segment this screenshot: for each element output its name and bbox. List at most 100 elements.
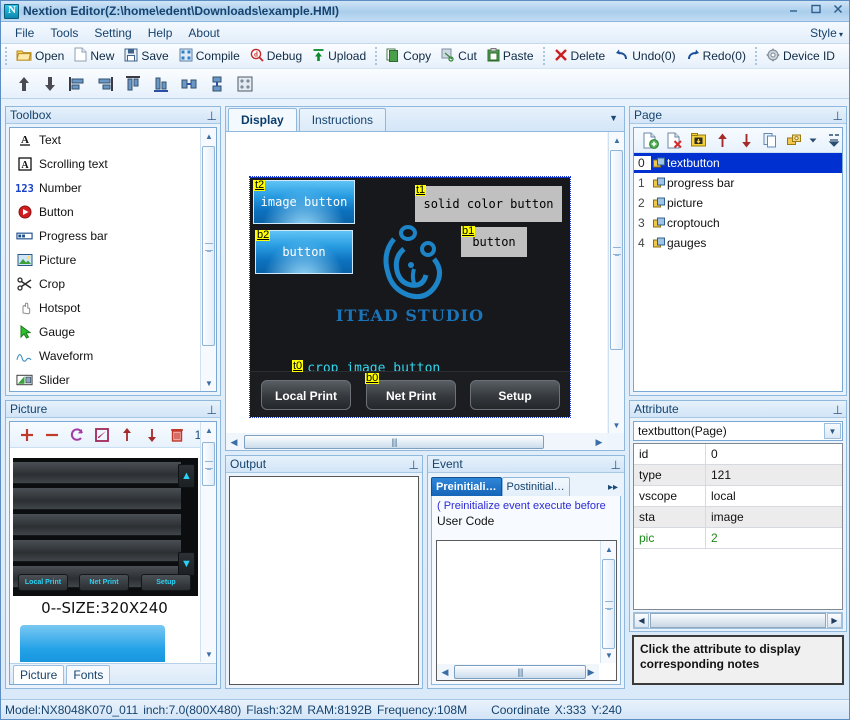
align-top-icon[interactable] [119,72,147,96]
hmi-object-b0[interactable]: Net Print b0 [365,373,456,410]
hmi-object-t1[interactable]: solid color button t1 [415,185,562,222]
new-button[interactable]: New [69,45,119,67]
menu-about[interactable]: About [180,24,227,42]
attribute-object-select[interactable]: textbutton(Page) ▼ [633,421,843,441]
scroll-left-arrow-icon[interactable]: ◀ [634,613,649,628]
picture-thumbnail-list[interactable]: ▲ ▼ Local Print Net Print Setup 0--SIZE:… [10,448,199,662]
copy-button[interactable]: Copy [381,46,436,67]
scroll-down-arrow-icon[interactable]: ▼ [608,417,624,433]
distribute-vertical-icon[interactable] [203,72,231,96]
attribute-row-sta[interactable]: sta image [634,507,842,528]
hmi-local-print-button[interactable]: Local Print [261,380,351,410]
toolbar-overflow-icon[interactable] [826,130,842,151]
style-menu-button[interactable]: Style ▾ [810,26,843,40]
tab-postinitialize[interactable]: Postinitial… [501,477,570,496]
page-list-item-progress-bar[interactable]: 1 progress bar [634,173,842,193]
event-tab-overflow-icon[interactable]: ▸▸ [605,479,621,496]
toolbox-item-gauge[interactable]: Gauge [10,320,199,344]
scrollbar-track[interactable]: |||| [453,665,586,679]
scroll-right-arrow-icon[interactable]: ▶ [591,434,607,450]
scroll-up-arrow-icon[interactable]: ▲ [201,422,216,438]
tab-picture[interactable]: Picture [13,665,65,684]
upload-button[interactable]: Upload [307,46,371,67]
scrollbar-track[interactable]: |||| [242,435,591,449]
scroll-right-arrow-icon[interactable]: ▶ [827,613,842,628]
scrollbar-thumb[interactable] [602,559,615,649]
maximize-button[interactable] [809,3,823,17]
pin-icon[interactable]: ⊥ [409,457,419,473]
page-list-item-textbutton[interactable]: 0 textbutton [634,153,842,173]
pin-icon[interactable]: ⊥ [833,402,843,418]
hmi-setup-button[interactable]: Setup [470,380,560,410]
scroll-left-arrow-icon[interactable]: ◀ [437,664,453,680]
minimize-button[interactable] [787,3,801,17]
toolbox-item-hotspot[interactable]: Hotspot [10,296,199,320]
page-list-item-picture[interactable]: 2 picture [634,193,842,213]
distribute-horizontal-icon[interactable] [175,72,203,96]
compile-button[interactable]: Compile [174,46,245,67]
hmi-page-canvas[interactable]: image button t2 button b2 solid color bu… [249,176,571,418]
tab-fonts[interactable]: Fonts [66,665,111,684]
hmi-object-b1[interactable]: button b1 [461,226,527,257]
toolbox-scrollbar[interactable]: ▲ ▼ [200,128,216,391]
trash-icon[interactable] [166,424,188,445]
menu-tools[interactable]: Tools [42,24,86,42]
attribute-row-pic[interactable]: pic 2 [634,528,842,549]
menu-help[interactable]: Help [140,24,181,42]
attribute-row-type[interactable]: type 121 [634,465,842,486]
align-bottom-icon[interactable] [147,72,175,96]
refresh-picture-button[interactable] [66,424,88,445]
event-code-editor[interactable]: ▲ ▼ ◀ |||| ▶ [436,540,617,681]
code-horizontal-scrollbar[interactable]: ◀ |||| ▶ [437,664,599,680]
device-id-button[interactable]: Device ID [761,46,840,67]
picture-thumbnail[interactable]: ▲ ▼ Local Print Net Print Setup [13,458,198,596]
attribute-value[interactable]: local [706,486,842,506]
align-left-icon[interactable] [63,72,91,96]
close-button[interactable] [831,3,845,17]
scroll-left-arrow-icon[interactable]: ◀ [226,434,242,450]
pin-icon[interactable]: ⊥ [207,402,217,418]
edit-picture-button[interactable] [91,424,113,445]
move-down-icon[interactable] [37,72,63,96]
scrollbar-thumb[interactable]: |||| [454,665,586,679]
toolbox-item-text[interactable]: A Text [10,128,199,152]
canvas-surface[interactable]: image button t2 button b2 solid color bu… [226,132,607,433]
page-list-item-gauges[interactable]: 4 gauges [634,233,842,253]
toolbox-item-picture[interactable]: Picture [10,248,199,272]
tab-display[interactable]: Display [228,108,297,131]
code-vertical-scrollbar[interactable]: ▲ ▼ [600,541,616,663]
canvas-vertical-scrollbar[interactable]: ▲ [608,132,624,433]
page-list[interactable]: 0 textbutton 1 progress bar 2 picture 3 … [634,153,842,391]
grid-icon[interactable] [231,72,259,96]
attribute-value[interactable]: image [706,507,842,527]
hmi-object-t2[interactable]: image button t2 [253,180,355,224]
page-list-item-croptouch[interactable]: 3 croptouch [634,213,842,233]
scrollbar-thumb[interactable] [650,613,826,628]
toolbox-item-scrolling-text[interactable]: A Scrolling text [10,152,199,176]
page-move-down-icon[interactable] [735,130,758,151]
cut-button[interactable]: Cut [436,46,482,67]
undo-button[interactable]: Undo(0) [610,46,680,67]
chevron-down-icon[interactable]: ▼ [824,423,841,439]
picture-thumbnail-next[interactable] [20,625,165,662]
pin-icon[interactable]: ⊥ [611,457,621,473]
scroll-up-arrow-icon[interactable]: ▲ [609,132,625,148]
paste-button[interactable]: Paste [482,46,539,67]
remove-picture-button[interactable] [41,424,63,445]
scroll-down-arrow-icon[interactable]: ▼ [201,646,216,662]
attribute-grid[interactable]: id 0 type 121 vscope local sta image pic… [633,443,843,610]
pin-icon[interactable]: ⊥ [207,108,217,124]
tab-preinitialize[interactable]: Preinitiali… [431,477,502,496]
attribute-value[interactable]: 2 [706,528,842,548]
scroll-down-arrow-icon[interactable]: ▼ [601,647,617,663]
attribute-value[interactable]: 0 [706,444,842,464]
page-settings-icon[interactable] [783,130,806,151]
canvas-horizontal-scrollbar[interactable]: ◀ |||| ▶ [226,434,607,450]
align-right-icon[interactable] [91,72,119,96]
copy-page-icon[interactable] [759,130,782,151]
pin-icon[interactable]: ⊥ [833,108,843,124]
attribute-row-id[interactable]: id 0 [634,444,842,465]
add-picture-button[interactable] [16,424,38,445]
toolbox-item-button[interactable]: Button [10,200,199,224]
hmi-object-b2[interactable]: button b2 [255,230,353,274]
